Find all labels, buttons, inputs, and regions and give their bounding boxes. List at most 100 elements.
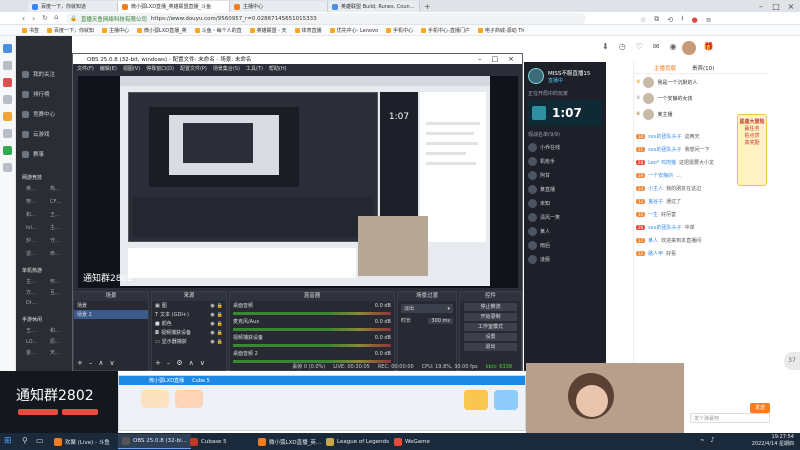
category-link[interactable]: Dread bbox=[20, 298, 44, 308]
refresh-icon[interactable]: ↻ bbox=[42, 14, 48, 22]
chat-message[interactable]: 15 一生 好厉害 bbox=[634, 208, 734, 221]
category-link[interactable]: 守望先锋 bbox=[44, 235, 68, 246]
chat-nick[interactable]: 鬼谷子 bbox=[648, 198, 663, 205]
spectator-row[interactable]: 阿甘 bbox=[524, 168, 606, 182]
room-gift-icon[interactable] bbox=[141, 390, 169, 408]
chat-message[interactable]: 23 小主人 我的朋友在这边 bbox=[634, 182, 734, 195]
send-button[interactable]: 发送 bbox=[750, 403, 770, 413]
scene-item-selected[interactable]: 场景 2 bbox=[74, 310, 148, 319]
category-link[interactable]: LOL手游 bbox=[20, 336, 44, 347]
gift-icon[interactable]: 🎁 bbox=[704, 42, 714, 51]
search-icon[interactable]: ⚲ bbox=[22, 436, 28, 445]
maximize-icon[interactable]: □ bbox=[769, 0, 783, 12]
browser-tab[interactable]: 主播中心 bbox=[230, 1, 328, 12]
chat-message[interactable]: 12 鬼谷子 通过了 bbox=[634, 195, 734, 208]
chat-nick[interactable]: 小主人 bbox=[648, 185, 663, 192]
network-icon[interactable]: ⌁ bbox=[700, 436, 704, 444]
menu-file[interactable]: 文件(F) bbox=[77, 65, 94, 72]
taskbar-app[interactable]: OBS 25.0.8 (32-bi... bbox=[118, 434, 191, 449]
category-link[interactable]: 王者荣耀 bbox=[44, 209, 68, 220]
overlay-red-button[interactable] bbox=[62, 409, 98, 415]
spectator-row[interactable]: 机枪手 bbox=[524, 154, 606, 168]
minimize-icon[interactable]: – bbox=[478, 55, 482, 63]
sidebar-app-icon[interactable] bbox=[3, 95, 12, 104]
spectator-row[interactable]: 某直播 bbox=[524, 182, 606, 196]
maximize-icon[interactable]: □ bbox=[492, 55, 499, 63]
taskbar-app[interactable]: League of Legends bbox=[322, 434, 393, 449]
history-icon[interactable]: ⟲ bbox=[667, 16, 673, 24]
chat-nick[interactable]: Leo* 鸡肉猫 bbox=[648, 159, 676, 166]
promo-banner[interactable]: 星座大冒险 赢任务 拍点赏 高奖励 bbox=[737, 114, 767, 186]
scene-item[interactable]: 场景 bbox=[74, 301, 148, 310]
source-item[interactable]: T 文本 (GDI+) ◉ 🔒 bbox=[152, 310, 226, 319]
duration-input[interactable]: 300 ms bbox=[428, 317, 453, 324]
download-icon[interactable]: ⭳ bbox=[681, 14, 683, 25]
source-item[interactable]: ▭ 显示器捕获 ◉ 🔒 bbox=[152, 337, 226, 346]
category-link[interactable]: 天涯明月刀 bbox=[44, 347, 68, 358]
category-link[interactable]: 炉石传说 bbox=[20, 235, 44, 246]
lock-icon[interactable]: 🔒 bbox=[217, 321, 223, 327]
follow-icon[interactable]: ♡ bbox=[636, 42, 643, 51]
sidebar-app-icon[interactable] bbox=[3, 163, 12, 172]
lock-icon[interactable]: 🔒 bbox=[217, 312, 223, 318]
eye-icon[interactable]: ◉ bbox=[210, 330, 214, 336]
lock-icon[interactable]: 🔒 bbox=[217, 303, 223, 309]
chat-nick[interactable]: 一生 bbox=[648, 211, 658, 218]
sidebar-app-icon[interactable] bbox=[3, 129, 12, 138]
eye-icon[interactable]: ◉ bbox=[210, 303, 214, 309]
taskbar-app[interactable]: 欢聚 (Live) - 斗鱼 bbox=[50, 434, 114, 449]
category-link[interactable]: 主机游戏 bbox=[20, 276, 44, 287]
browser-tab-active[interactable]: 微小弧LXD直播_英雄联盟直播_斗鱼 bbox=[118, 1, 230, 12]
category-link[interactable]: 方舟掉落 bbox=[20, 287, 44, 298]
bookmark-item[interactable]: 主播中心 bbox=[102, 27, 129, 34]
lock-icon[interactable]: 🔒 bbox=[217, 339, 223, 345]
sidebar-item-following[interactable]: 我的关注 bbox=[16, 64, 72, 84]
eye-icon[interactable]: ◉ bbox=[210, 321, 214, 327]
taskbar-app[interactable]: 微小弧LXD直播_英... bbox=[254, 434, 325, 449]
chat-nick[interactable]: 某人 bbox=[648, 237, 658, 244]
overlay-red-button[interactable] bbox=[18, 409, 58, 415]
chat-nick[interactable]: sxx的团队头子 bbox=[648, 133, 682, 140]
volume-icon[interactable]: ♪ bbox=[710, 436, 714, 444]
side-scroll-handle[interactable]: 37 bbox=[784, 352, 800, 370]
menu-scene-collection[interactable]: 场景集合(S) bbox=[213, 65, 240, 72]
source-item[interactable]: ■ 颜色 ◉ 🔒 bbox=[152, 319, 226, 328]
eye-icon[interactable]: ◉ bbox=[210, 339, 214, 345]
transition-select[interactable]: 淡出 ▾ bbox=[401, 304, 453, 313]
bookmark-item[interactable]: 体育直播 bbox=[294, 27, 322, 34]
category-link[interactable]: 王者荣耀 bbox=[20, 325, 44, 336]
sidebar-item-cloud-game[interactable]: 云游戏 bbox=[16, 124, 72, 144]
menu-help[interactable]: 帮助(H) bbox=[269, 65, 287, 72]
category-link[interactable]: 和平精英 bbox=[44, 325, 68, 336]
browser-tab[interactable]: 英雄联盟 Build, Runes, Counters bbox=[328, 1, 420, 12]
broadcast-icon[interactable]: ◉ bbox=[670, 42, 677, 51]
chat-nick[interactable]: 路人甲 bbox=[648, 250, 663, 257]
sidebar-app-icon[interactable] bbox=[3, 78, 12, 87]
close-icon[interactable]: × bbox=[508, 55, 514, 63]
task-view-icon[interactable]: ▭ bbox=[36, 436, 44, 445]
bookmark-item[interactable]: 电子商城-源动 Th bbox=[477, 27, 524, 34]
menu-icon[interactable]: ≡ bbox=[706, 16, 712, 24]
chat-message[interactable]: 26 sxx的团队头子 中单 bbox=[634, 221, 734, 234]
room-gift-icon[interactable] bbox=[175, 390, 203, 408]
category-link[interactable]: 和平精英 bbox=[20, 209, 44, 220]
chat-message[interactable]: 18 sxx的团队头子 这两天 bbox=[634, 130, 734, 143]
close-icon[interactable]: × bbox=[784, 0, 798, 12]
category-link[interactable]: 命运方舟 bbox=[44, 248, 68, 259]
category-link[interactable]: 互动游戏 bbox=[44, 287, 68, 298]
bookmark-item[interactable]: 斗鱼 - 每个人的直 bbox=[194, 27, 242, 34]
category-link[interactable]: 英雄联盟 bbox=[20, 183, 44, 194]
chat-message[interactable]: 28 Leo* 鸡肉猫 这把需要大小龙 bbox=[634, 156, 734, 169]
obs-titlebar[interactable]: OBS 25.0.8 (32-bit, windows) - 配置文件: 未命名… bbox=[73, 54, 522, 64]
stop-streaming-button[interactable]: 停止推流 bbox=[464, 303, 517, 311]
category-link[interactable]: 穿越火线 bbox=[20, 196, 44, 207]
start-recording-button[interactable]: 开始录制 bbox=[464, 313, 517, 321]
category-link[interactable]: 金铲铲之战 bbox=[20, 347, 44, 358]
bookmark-item[interactable]: 优先中心- Lenovo bbox=[329, 27, 378, 34]
category-link[interactable]: 原神手游 bbox=[44, 336, 68, 347]
menu-tools[interactable]: 工具(T) bbox=[246, 65, 263, 72]
eye-icon[interactable]: ◉ bbox=[210, 312, 214, 318]
spectator-row[interactable]: 凌晨 bbox=[524, 252, 606, 266]
back-icon[interactable]: ‹ bbox=[22, 14, 25, 23]
minimize-icon[interactable]: – bbox=[754, 0, 768, 12]
